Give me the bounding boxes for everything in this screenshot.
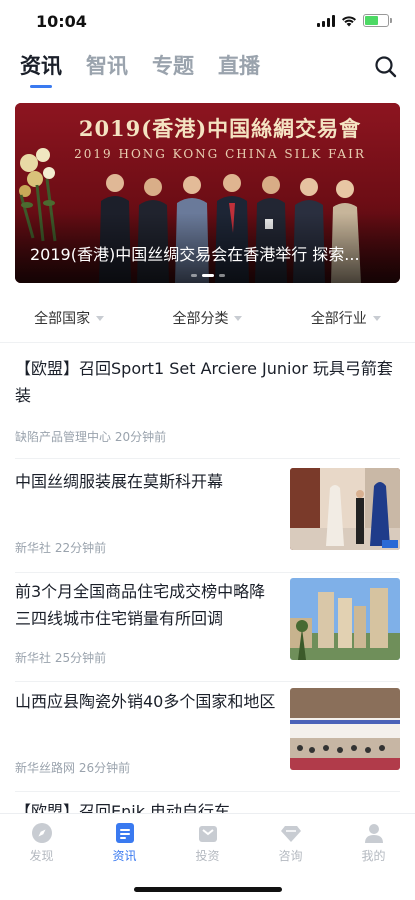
wifi-icon <box>342 15 356 26</box>
news-source: 新华社 <box>15 651 52 665</box>
news-source: 缺陷产品管理中心 <box>15 430 112 444</box>
news-time: 26分钟前 <box>78 761 131 775</box>
filter-industry-label: 全部行业 <box>310 311 367 327</box>
news-title: 【欧盟】召回Sport1 Set Arciere Junior 玩具弓箭套装 <box>15 359 393 405</box>
compass-icon <box>31 823 52 843</box>
signal-icon <box>317 14 335 27</box>
top-tabs: 资讯 智讯 专题 直播 <box>20 50 260 82</box>
carousel-dots <box>190 274 225 277</box>
news-title: 中国丝绸服装展在莫斯科开幕 <box>15 472 224 491</box>
home-indicator <box>133 887 282 892</box>
status-icons <box>317 14 392 27</box>
tab-smart-news[interactable]: 智讯 <box>86 50 128 82</box>
status-time: 10:04 <box>36 12 87 31</box>
divider <box>15 681 400 682</box>
tabbar-label: 咨询 <box>278 849 303 863</box>
divider <box>0 342 415 343</box>
news-source: 新华社 <box>15 541 52 555</box>
tabbar-label: 投资 <box>195 849 220 863</box>
news-item[interactable]: 山西应县陶瓷外销40多个国家和地区 新华丝路网 26分钟前 <box>15 688 400 792</box>
filter-country[interactable]: 全部国家 <box>0 308 138 328</box>
user-icon <box>364 824 383 843</box>
news-thumbnail <box>290 578 400 660</box>
news-source: 新华丝路网 <box>15 761 76 775</box>
filter-country-label: 全部国家 <box>34 311 91 327</box>
divider <box>15 791 400 792</box>
banner-carousel[interactable]: 2019(香港)中国絲綢交易會 2019 HONG KONG CHINA SIL… <box>15 103 400 283</box>
battery-icon <box>363 14 392 27</box>
status-bar: 10:04 <box>0 0 415 44</box>
tab-news[interactable]: 资讯 <box>20 50 62 82</box>
tabbar-invest[interactable]: 投资 <box>166 822 249 864</box>
bottom-tab-bar: 发现 资讯 投资 咨询 我的 <box>0 813 415 900</box>
tabbar-consult[interactable]: 咨询 <box>249 822 332 864</box>
news-thumbnail <box>290 688 400 770</box>
divider <box>15 572 400 573</box>
tabbar-profile[interactable]: 我的 <box>332 822 415 864</box>
news-title: 前3个月全国商品住宅成交榜中略降 三四线城市住宅销量有所回调 <box>15 582 266 628</box>
news-thumbnail <box>290 468 400 550</box>
caret-down-icon <box>96 315 105 321</box>
news-time: 20分钟前 <box>114 430 167 444</box>
filter-industry[interactable]: 全部行业 <box>277 308 415 328</box>
briefcase-icon <box>198 826 217 842</box>
search-icon[interactable] <box>373 54 399 80</box>
news-time: 25分钟前 <box>54 651 107 665</box>
banner-caption: 2019(香港)中国丝绸交易会在香港举行 探索... <box>30 245 360 264</box>
news-meta: 新华社 22分钟前 <box>15 539 106 556</box>
news-item[interactable]: 中国丝绸服装展在莫斯科开幕 新华社 22分钟前 <box>15 468 400 573</box>
news-item[interactable]: 【欧盟】召回Sport1 Set Arciere Junior 玩具弓箭套装 缺… <box>15 355 400 459</box>
carousel-dot-active <box>201 274 214 277</box>
divider <box>15 458 400 459</box>
carousel-dot <box>218 274 225 277</box>
banner-sign-title: 2019(香港)中国絲綢交易會 <box>78 116 362 141</box>
caret-down-icon <box>234 315 243 321</box>
tabbar-news[interactable]: 资讯 <box>83 822 166 864</box>
caret-down-icon <box>372 315 381 321</box>
carousel-dot <box>190 274 197 277</box>
tabbar-label: 我的 <box>361 849 386 863</box>
news-meta: 新华社 25分钟前 <box>15 649 106 666</box>
tab-topics[interactable]: 专题 <box>152 50 194 82</box>
news-meta: 新华丝路网 26分钟前 <box>15 759 130 776</box>
tab-live[interactable]: 直播 <box>218 50 260 82</box>
news-meta: 缺陷产品管理中心 20分钟前 <box>15 428 166 445</box>
tabbar-discover[interactable]: 发现 <box>0 822 83 864</box>
filter-category-label: 全部分类 <box>172 311 229 327</box>
news-time: 22分钟前 <box>54 541 107 555</box>
diamond-icon <box>280 826 301 842</box>
news-icon <box>115 823 134 843</box>
filter-category[interactable]: 全部分类 <box>138 308 276 328</box>
news-title: 山西应县陶瓷外销40多个国家和地区 <box>15 692 276 711</box>
tabbar-label: 资讯 <box>112 849 137 863</box>
tabbar-label: 发现 <box>29 849 54 863</box>
news-item[interactable]: 前3个月全国商品住宅成交榜中略降 三四线城市住宅销量有所回调 新华社 25分钟前 <box>15 578 400 682</box>
filter-bar: 全部国家 全部分类 全部行业 <box>0 308 415 328</box>
